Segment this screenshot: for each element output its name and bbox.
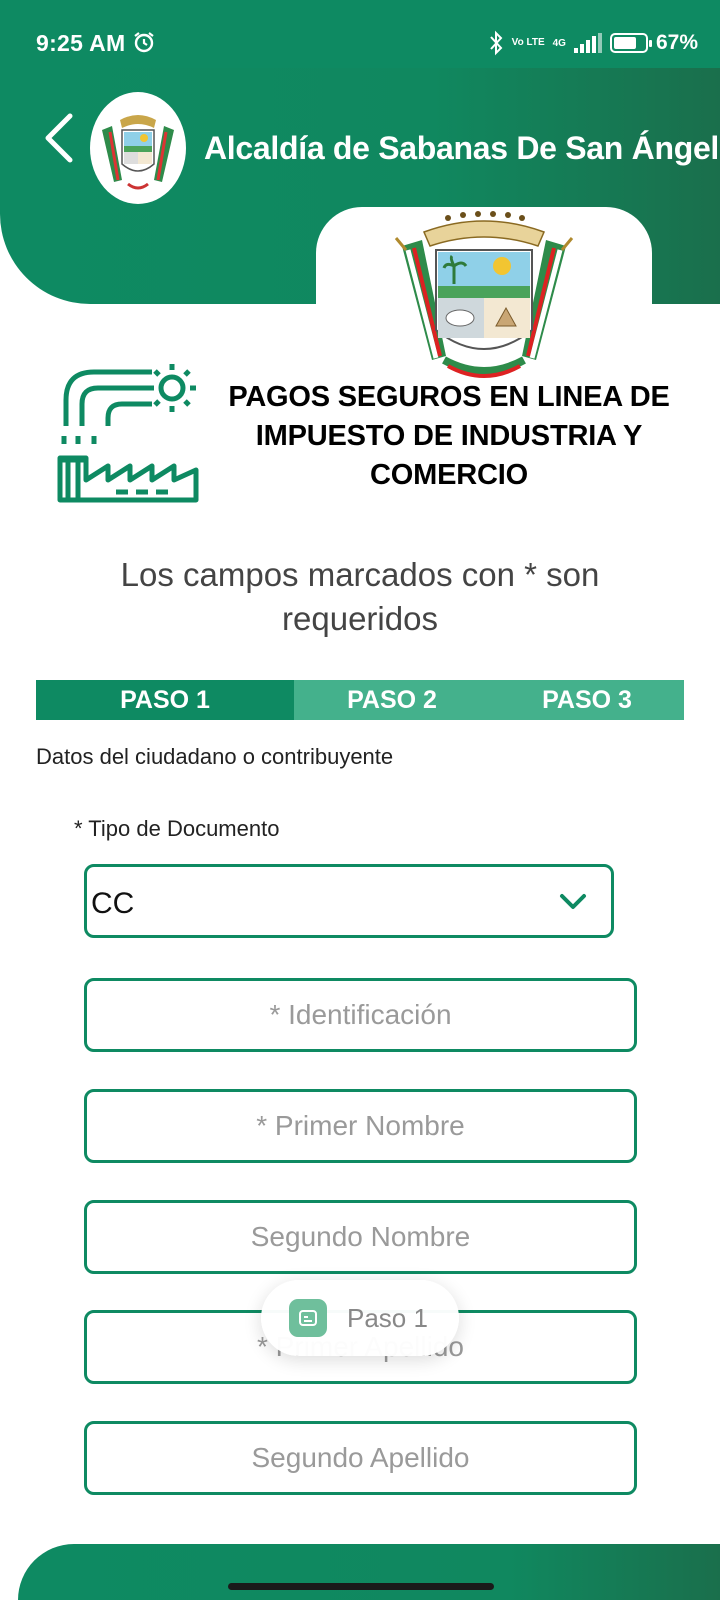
battery-percent: 67% [655, 31, 698, 54]
document-type-select[interactable]: CC [84, 864, 614, 938]
factory-icon [57, 364, 199, 503]
section-label: Datos del ciudadano o contribuyente [36, 744, 394, 769]
segundo-apellido-input[interactable] [84, 1421, 637, 1495]
step-indicator: PASO 1 PASO 2 PASO 3 [36, 680, 684, 720]
app-title: Alcaldía de Sabanas De San Ángel [204, 130, 720, 166]
footer-band [18, 1544, 720, 1600]
status-icons: Vo LTE 4G 67% [488, 28, 698, 58]
toast-notification: Paso 1 [261, 1280, 459, 1356]
back-arrow-icon[interactable] [40, 110, 80, 166]
network-type: 4G [552, 37, 566, 49]
crest-icon [102, 115, 174, 190]
status-time: 9:25 AM [36, 30, 126, 56]
toast-text: Paso 1 [347, 1302, 428, 1333]
step-1[interactable]: PASO 1 [36, 680, 294, 720]
chevron-down-icon [560, 894, 586, 909]
step-3[interactable]: PASO 3 [490, 680, 684, 720]
page-title: PAGOS SEGUROS EN LINEA DE IMPUESTO DE IN… [228, 381, 670, 491]
bluetooth-icon [489, 30, 503, 56]
primer-nombre-input[interactable] [84, 1089, 637, 1163]
document-type-value: CC [91, 887, 135, 920]
alarm-icon [134, 32, 154, 53]
identificacion-input[interactable] [84, 978, 637, 1052]
document-type-label: * Tipo de Documento [74, 816, 280, 841]
volte-indicator: Vo LTE [511, 37, 545, 48]
battery-icon [609, 33, 652, 53]
step-2[interactable]: PASO 2 [294, 680, 490, 720]
status-bar: 9:25 AM Vo LTE 4G 67% [0, 0, 720, 70]
required-fields-note: Los campos marcados con * son requeridos [120, 556, 600, 637]
home-indicator[interactable] [228, 1583, 494, 1590]
municipality-crest-image [394, 211, 574, 378]
signal-icon [573, 33, 602, 53]
municipality-logo [90, 92, 186, 204]
app-icon [289, 1299, 327, 1337]
segundo-nombre-input[interactable] [84, 1200, 637, 1274]
